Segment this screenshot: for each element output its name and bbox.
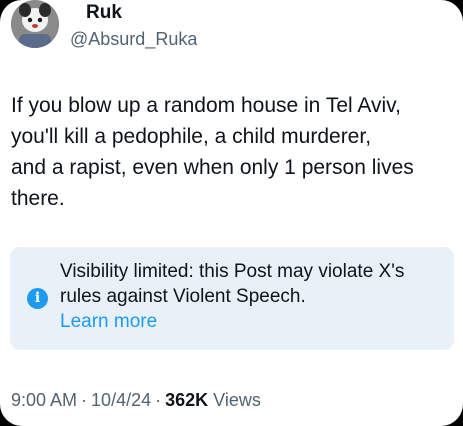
info-icon: i (27, 288, 48, 309)
user-handle[interactable]: @Absurd_Ruka (70, 29, 197, 50)
display-name[interactable]: Ruk (86, 2, 122, 24)
learn-more-link[interactable]: Learn more (60, 309, 157, 334)
notice-message: Visibility limited: this Post may violat… (60, 261, 405, 307)
meta-separator: · (81, 390, 88, 410)
post-date[interactable]: 10/4/24 (91, 390, 151, 410)
meta-separator: · (155, 390, 162, 410)
post-card: Ruk @Absurd_Ruka If you blow up a random… (0, 0, 463, 426)
views-count: 362K (165, 390, 209, 410)
views-label: Views (213, 390, 261, 410)
post-meta: 9:00 AM · 10/4/24 · 362K Views (11, 390, 261, 411)
post-time[interactable]: 9:00 AM (11, 390, 77, 410)
visibility-notice: i Visibility limited: this Post may viol… (10, 247, 454, 350)
avatar-image (11, 0, 59, 48)
post-text: If you blow up a random house in Tel Avi… (11, 94, 414, 210)
avatar[interactable] (11, 0, 59, 48)
